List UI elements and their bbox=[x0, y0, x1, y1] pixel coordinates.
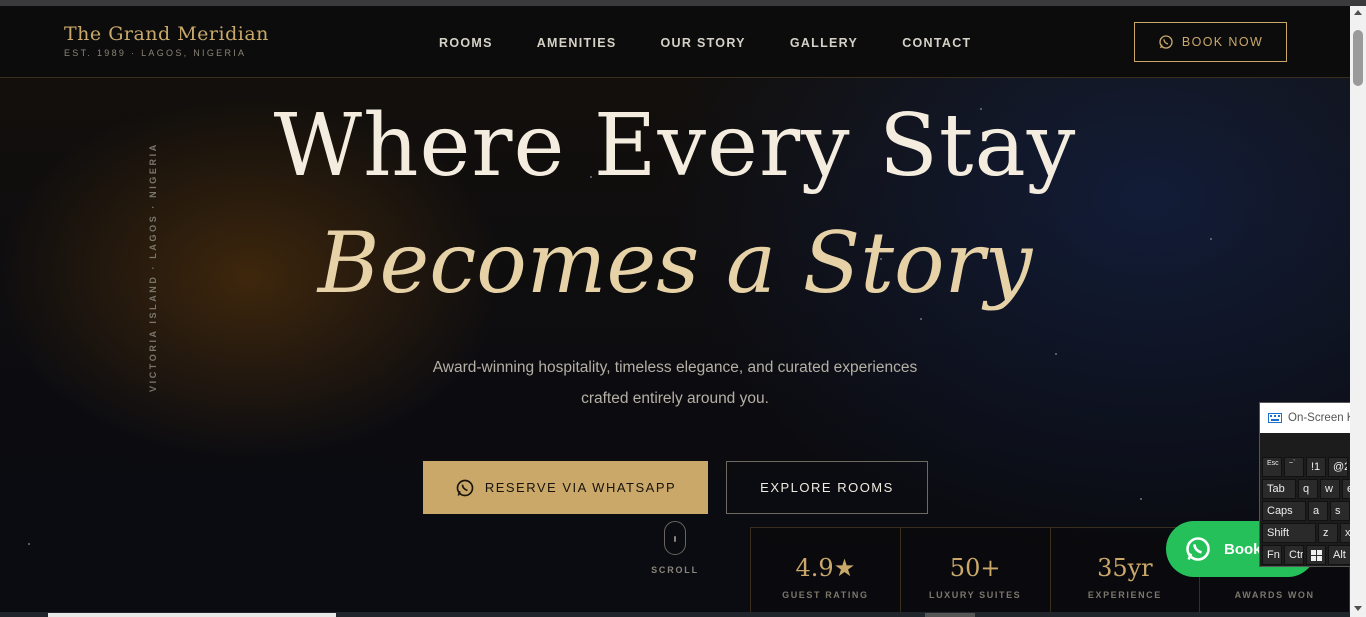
osk-key-q[interactable]: q bbox=[1298, 479, 1318, 499]
osk-key-esc[interactable]: Esc bbox=[1262, 457, 1282, 477]
osk-key-fn[interactable]: Fn bbox=[1262, 545, 1282, 565]
nav-gallery[interactable]: GALLERY bbox=[790, 36, 858, 50]
nav-our-story[interactable]: OUR STORY bbox=[661, 36, 746, 50]
bottom-horizontal-bar bbox=[0, 612, 1350, 617]
hero-title-line2: Becomes a Story bbox=[317, 214, 1033, 312]
hero-subtitle-line1: Award-winning hospitality, timeless eleg… bbox=[432, 359, 918, 376]
osk-key-2[interactable]: @2 bbox=[1328, 457, 1348, 477]
stat-label: LUXURY SUITES bbox=[928, 590, 1022, 600]
osk-key-a[interactable]: a bbox=[1308, 501, 1328, 521]
reserve-whatsapp-button[interactable]: RESERVE VIA WHATSAPP bbox=[423, 461, 708, 514]
windows-icon bbox=[1310, 549, 1322, 561]
osk-key-tilde[interactable]: ~` bbox=[1284, 457, 1304, 477]
osk-key-shift[interactable]: Shift bbox=[1262, 523, 1316, 543]
floating-whatsapp-label: Book bbox=[1224, 540, 1262, 558]
book-now-button[interactable]: BOOK NOW bbox=[1134, 22, 1287, 62]
reserve-whatsapp-label: RESERVE VIA WHATSAPP bbox=[484, 480, 677, 495]
stat-luxury-suites: 50+ LUXURY SUITES bbox=[901, 528, 1051, 617]
brand-name[interactable]: The Grand Meridian bbox=[64, 23, 269, 45]
osk-key-1[interactable]: !1 bbox=[1306, 457, 1326, 477]
nav-contact[interactable]: CONTACT bbox=[902, 36, 971, 50]
whatsapp-icon bbox=[456, 479, 474, 496]
book-now-label: BOOK NOW bbox=[1181, 35, 1264, 49]
scroll-down-arrow-icon[interactable] bbox=[1354, 606, 1362, 611]
hero-subtitle-line2: crafted entirely around you. bbox=[581, 390, 769, 407]
osk-key-tab[interactable]: Tab bbox=[1262, 479, 1296, 499]
keyboard-icon bbox=[1268, 413, 1282, 423]
stat-label: AWARDS WON bbox=[1234, 590, 1315, 600]
bottom-bar-segment bbox=[925, 613, 975, 617]
stat-label: GUEST RATING bbox=[782, 590, 869, 600]
whatsapp-icon bbox=[1186, 537, 1210, 561]
hero-title-line1: Where Every Stay bbox=[273, 96, 1077, 196]
stat-label: EXPERIENCE bbox=[1087, 590, 1162, 600]
osk-key-caps[interactable]: Caps bbox=[1262, 501, 1306, 521]
scroll-up-arrow-icon[interactable] bbox=[1354, 10, 1362, 15]
osk-key-z[interactable]: z bbox=[1318, 523, 1338, 543]
nav-amenities[interactable]: AMENITIES bbox=[537, 36, 617, 50]
stat-guest-rating: 4.9★ GUEST RATING bbox=[751, 528, 901, 617]
stat-value: 4.9★ bbox=[795, 554, 856, 582]
osk-key-windows[interactable] bbox=[1306, 545, 1326, 565]
explore-rooms-button[interactable]: EXPLORE ROOMS bbox=[726, 461, 928, 514]
brand-tagline: EST. 1989 · LAGOS, NIGERIA bbox=[64, 48, 247, 58]
stat-value: 50+ bbox=[949, 554, 1001, 582]
site-header: The Grand Meridian EST. 1989 · LAGOS, NI… bbox=[0, 6, 1350, 78]
scroll-label: SCROLL bbox=[651, 565, 699, 575]
osk-key-s[interactable]: s bbox=[1330, 501, 1350, 521]
scrollbar-thumb[interactable] bbox=[1353, 30, 1363, 86]
hero-subtitle: Award-winning hospitality, timeless eleg… bbox=[0, 352, 1350, 414]
nav-rooms[interactable]: ROOMS bbox=[439, 36, 493, 50]
page-scrollbar[interactable] bbox=[1350, 6, 1366, 617]
scroll-mouse-icon[interactable] bbox=[664, 521, 686, 555]
osk-key-w[interactable]: w bbox=[1320, 479, 1340, 499]
main-nav: ROOMS AMENITIES OUR STORY GALLERY CONTAC… bbox=[439, 36, 1015, 50]
bottom-bar-segment bbox=[48, 613, 336, 617]
osk-key-ctrl[interactable]: Ctrl bbox=[1284, 545, 1304, 565]
whatsapp-icon bbox=[1159, 35, 1173, 49]
